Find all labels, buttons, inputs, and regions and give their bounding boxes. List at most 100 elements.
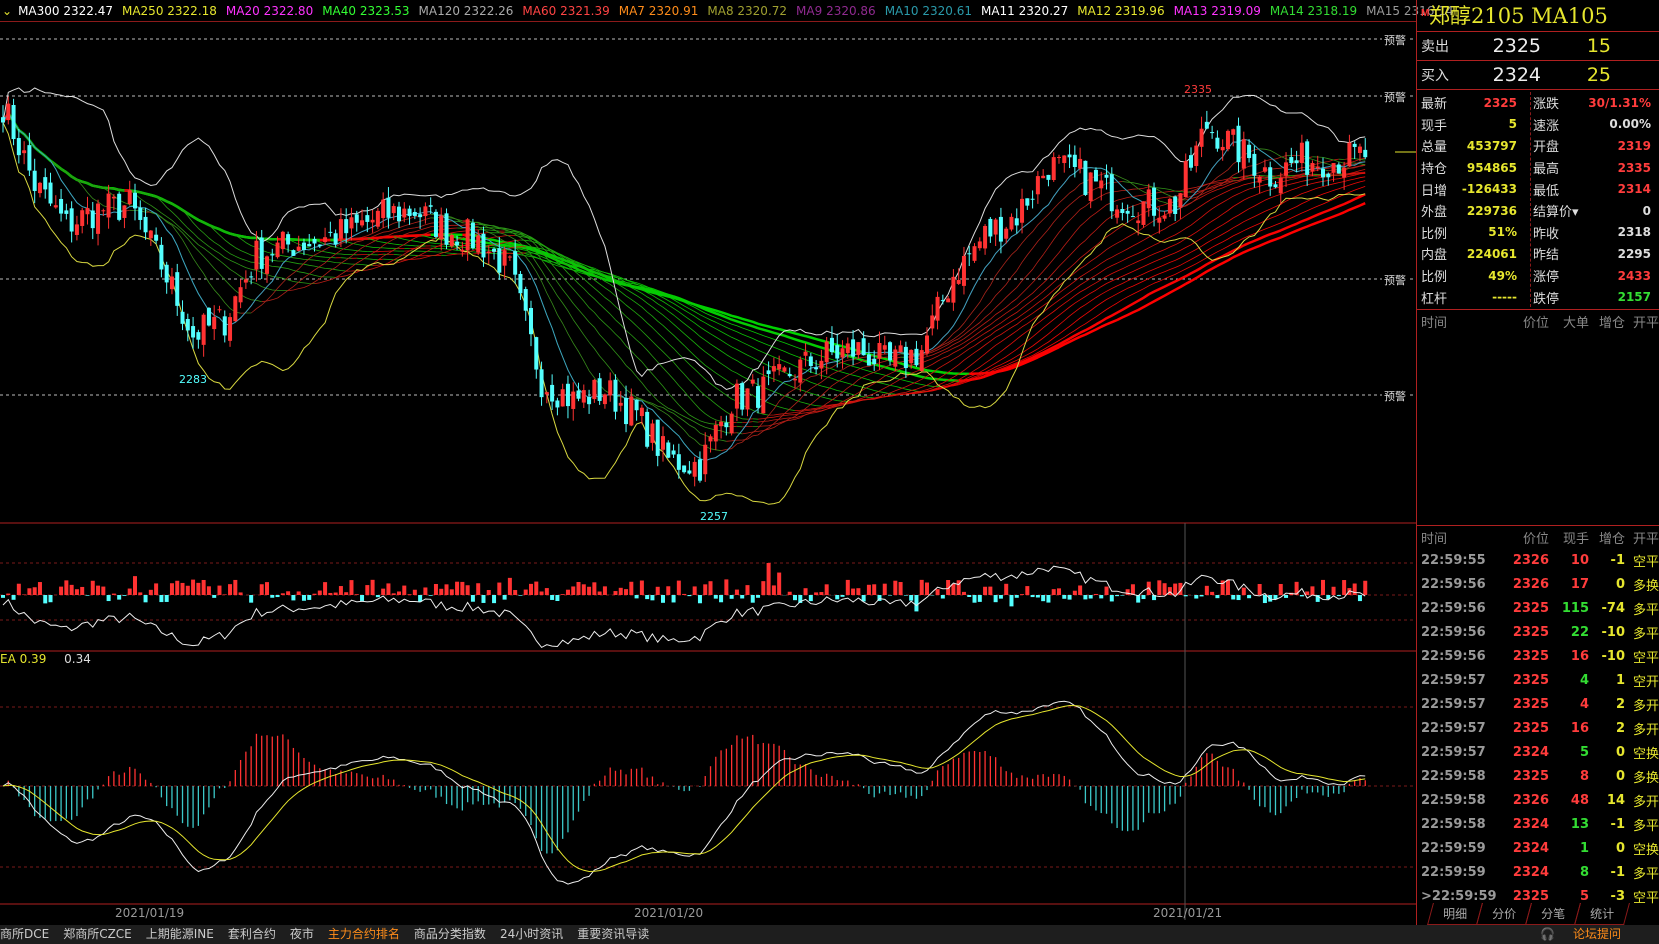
tick-row: 22:59:58 2325 8 0 多换 bbox=[1417, 764, 1659, 788]
volume-bar bbox=[212, 595, 217, 598]
boll-upper-line bbox=[2, 87, 1366, 391]
volume-bar bbox=[1109, 595, 1114, 602]
volume-bar bbox=[1284, 595, 1289, 598]
candle-body bbox=[476, 235, 481, 253]
candle-body bbox=[972, 246, 977, 261]
candle-body bbox=[291, 250, 296, 256]
candle-body bbox=[386, 197, 391, 218]
volume-bar bbox=[1104, 586, 1109, 595]
candle-body bbox=[930, 315, 935, 329]
nav-link[interactable]: 商品分类指数 bbox=[414, 927, 486, 941]
tick-price: 2325 bbox=[1512, 888, 1549, 904]
volume-bar bbox=[1194, 595, 1199, 599]
candle-body bbox=[1194, 145, 1199, 167]
candle-body bbox=[412, 211, 417, 216]
tick-oi-change: 2 bbox=[1615, 696, 1625, 712]
candle-body bbox=[11, 105, 16, 140]
tick-oi-change: -74 bbox=[1601, 600, 1626, 616]
tick-list[interactable]: 时间 价位 现手 增仓 开平 22:59:55 2326 10 -1 空平 22:59:56 232… bbox=[1417, 525, 1659, 908]
volume-bar bbox=[1199, 595, 1204, 597]
tick-row: 22:59:55 2326 10 -1 空平 bbox=[1417, 548, 1659, 572]
chevron-down-icon[interactable]: ⌄ bbox=[2, 4, 12, 18]
tick-time: 22:59:59 bbox=[1421, 840, 1486, 856]
volume-bar bbox=[634, 595, 639, 599]
nav-link[interactable]: 夜市 bbox=[290, 927, 314, 941]
tick-volume: 115 bbox=[1561, 600, 1589, 616]
volume-bar bbox=[1035, 595, 1040, 598]
volume-bar bbox=[286, 591, 291, 595]
warn-label[interactable]: 预警 bbox=[1382, 272, 1408, 288]
nav-link[interactable]: 套利合约 bbox=[228, 927, 276, 941]
tick-volume: 16 bbox=[1570, 648, 1589, 664]
volume-bar bbox=[756, 595, 761, 598]
tick-time: 22:59:57 bbox=[1421, 744, 1486, 760]
ma-line-rising bbox=[2, 112, 1366, 411]
volume-bar bbox=[312, 593, 317, 595]
volume-bar bbox=[972, 595, 977, 603]
volume-bar bbox=[1099, 595, 1104, 599]
candle-body bbox=[565, 383, 570, 407]
volume-bar bbox=[745, 585, 750, 595]
candle-body bbox=[1167, 198, 1172, 214]
warn-label[interactable]: 预警 bbox=[1382, 32, 1408, 48]
volume-bar bbox=[1025, 586, 1030, 595]
candle-body bbox=[877, 343, 882, 359]
volume-bar bbox=[133, 576, 137, 595]
candle-body bbox=[951, 276, 956, 303]
dea-value: EA 0.39 bbox=[0, 652, 47, 666]
ma-line-falling bbox=[7, 112, 1329, 416]
candle-body bbox=[518, 273, 523, 294]
volume-bar bbox=[676, 580, 681, 595]
tab-1[interactable]: 分价 bbox=[1476, 903, 1532, 925]
chart-canvas[interactable] bbox=[0, 0, 1416, 925]
volume-bar bbox=[539, 591, 544, 595]
ma-name: MA13 bbox=[1173, 4, 1208, 18]
tab-0[interactable]: 明细 bbox=[1427, 903, 1483, 925]
candle-body bbox=[1342, 167, 1347, 178]
tick-type: 多平 bbox=[1632, 626, 1659, 642]
column-header: 开平 bbox=[1632, 315, 1659, 331]
volume-bar bbox=[793, 595, 797, 601]
volume-bar bbox=[1231, 595, 1236, 600]
volume-bar bbox=[265, 582, 269, 595]
quote-stat-row: 比例 49% 涨停 2433 bbox=[1417, 265, 1659, 287]
ma-legend-item: MA12 2319.96 bbox=[1077, 4, 1164, 18]
tick-type: 空换 bbox=[1632, 746, 1659, 762]
volume-bar bbox=[1141, 595, 1146, 600]
nav-link[interactable]: 商所DCE bbox=[0, 927, 49, 941]
volume-bar bbox=[349, 580, 354, 595]
ma-value: 2322.47 bbox=[63, 4, 113, 18]
nav-link[interactable]: 上期能源INE bbox=[146, 927, 214, 941]
volume-bar bbox=[455, 581, 460, 595]
candle-body bbox=[148, 230, 153, 239]
quote-stat-row: 杠杆 ----- 跌停 2157 bbox=[1417, 286, 1659, 308]
candle-body bbox=[544, 392, 549, 395]
stat-label[interactable]: 结算价▾ bbox=[1517, 201, 1587, 220]
nav-link[interactable]: 24小时资讯 bbox=[500, 927, 563, 941]
candle-body bbox=[1014, 218, 1019, 226]
tab-3[interactable]: 统计 bbox=[1574, 903, 1631, 925]
stat-value: 2433 bbox=[1617, 268, 1651, 283]
ma-line-falling bbox=[7, 112, 1350, 442]
volume-bar bbox=[412, 589, 417, 595]
volume-bar bbox=[571, 586, 576, 595]
forum-button[interactable]: 🎧 论坛提问 bbox=[1540, 925, 1635, 944]
warn-label[interactable]: 预警 bbox=[1382, 89, 1408, 105]
tick-price: 2325 bbox=[1512, 720, 1549, 736]
candle-body bbox=[428, 205, 433, 207]
stat-value: 229736 bbox=[1466, 203, 1517, 218]
nav-link[interactable]: 主力合约排名 bbox=[328, 927, 400, 941]
candle-body bbox=[16, 138, 21, 156]
nav-link[interactable]: 郑商所CZCE bbox=[63, 927, 132, 941]
candle-body bbox=[301, 242, 306, 251]
volume-bar bbox=[402, 585, 407, 595]
candle-body bbox=[439, 215, 444, 240]
candle-body bbox=[296, 246, 301, 251]
warn-label[interactable]: 预警 bbox=[1382, 388, 1408, 404]
candle-body bbox=[1035, 176, 1040, 195]
date-tick: 2021/01/21 bbox=[1153, 906, 1223, 920]
volume-bar bbox=[328, 592, 333, 595]
nav-link[interactable]: 重要资讯导读 bbox=[577, 927, 649, 941]
tab-2[interactable]: 分笔 bbox=[1525, 903, 1581, 925]
volume-bar bbox=[444, 584, 449, 595]
